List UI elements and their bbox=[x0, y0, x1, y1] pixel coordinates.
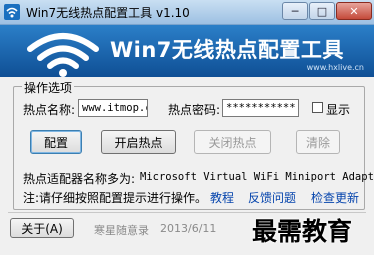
hotspot-password-label: 热点密码: bbox=[168, 103, 221, 117]
hotspot-password-input[interactable]: *********** bbox=[222, 99, 299, 117]
clear-button[interactable]: 清除 bbox=[296, 130, 340, 154]
note-text: 注:请仔细按照配置提示进行操作。 bbox=[23, 191, 208, 205]
wifi-app-icon bbox=[4, 4, 20, 20]
window-title: Win7无线热点配置工具 v1.10 bbox=[26, 6, 190, 20]
adapter-label: 热点适配器名称多为: bbox=[23, 172, 136, 186]
show-password-label: 显示 bbox=[326, 103, 351, 117]
feedback-link[interactable]: 反馈问题 bbox=[248, 189, 296, 206]
show-password-checkbox[interactable] bbox=[312, 102, 323, 113]
stop-hotspot-label: 关闭热点 bbox=[208, 135, 257, 150]
banner-title: Win7无线热点配置工具 bbox=[110, 38, 344, 62]
watermark-text: 最需教育 bbox=[252, 217, 353, 246]
hotspot-name-label: 热点名称: bbox=[23, 103, 76, 117]
author-text[interactable]: 寒星随意录 bbox=[94, 222, 149, 238]
configure-button-label: 配置 bbox=[43, 135, 68, 150]
maximize-button[interactable]: □ bbox=[309, 2, 335, 20]
close-icon: ✕ bbox=[349, 4, 359, 18]
about-button[interactable]: 关于(A) bbox=[10, 218, 74, 238]
title-bar[interactable]: Win7无线热点配置工具 v1.10 ─ □ ✕ bbox=[0, 0, 374, 25]
start-hotspot-button[interactable]: 开启热点 bbox=[101, 130, 176, 154]
configure-button[interactable]: 配置 bbox=[30, 130, 82, 154]
tutorial-link[interactable]: 教程 bbox=[210, 189, 234, 206]
hotspot-name-input[interactable]: www.itmop.cc bbox=[78, 99, 148, 117]
clear-button-label: 清除 bbox=[305, 135, 330, 150]
check-update-link[interactable]: 检查更新 bbox=[311, 189, 359, 206]
options-group-label: 操作选项 bbox=[22, 79, 75, 96]
maximize-icon: □ bbox=[316, 4, 328, 18]
header-banner: Win7无线热点配置工具 www.hxlive.cn bbox=[0, 25, 374, 77]
date-text: 2013/6/11 bbox=[160, 222, 217, 235]
wifi-logo-icon bbox=[27, 33, 99, 77]
banner-url: www.hxlive.cn bbox=[306, 63, 364, 72]
close-button[interactable]: ✕ bbox=[336, 2, 372, 20]
about-button-label: 关于(A) bbox=[21, 221, 63, 236]
minimize-icon: ─ bbox=[291, 4, 299, 18]
adapter-name: Microsoft Virtual WiFi Miniport Adapter bbox=[140, 171, 374, 183]
minimize-button[interactable]: ─ bbox=[282, 2, 308, 20]
stop-hotspot-button[interactable]: 关闭热点 bbox=[194, 130, 271, 154]
start-hotspot-label: 开启热点 bbox=[114, 135, 163, 150]
